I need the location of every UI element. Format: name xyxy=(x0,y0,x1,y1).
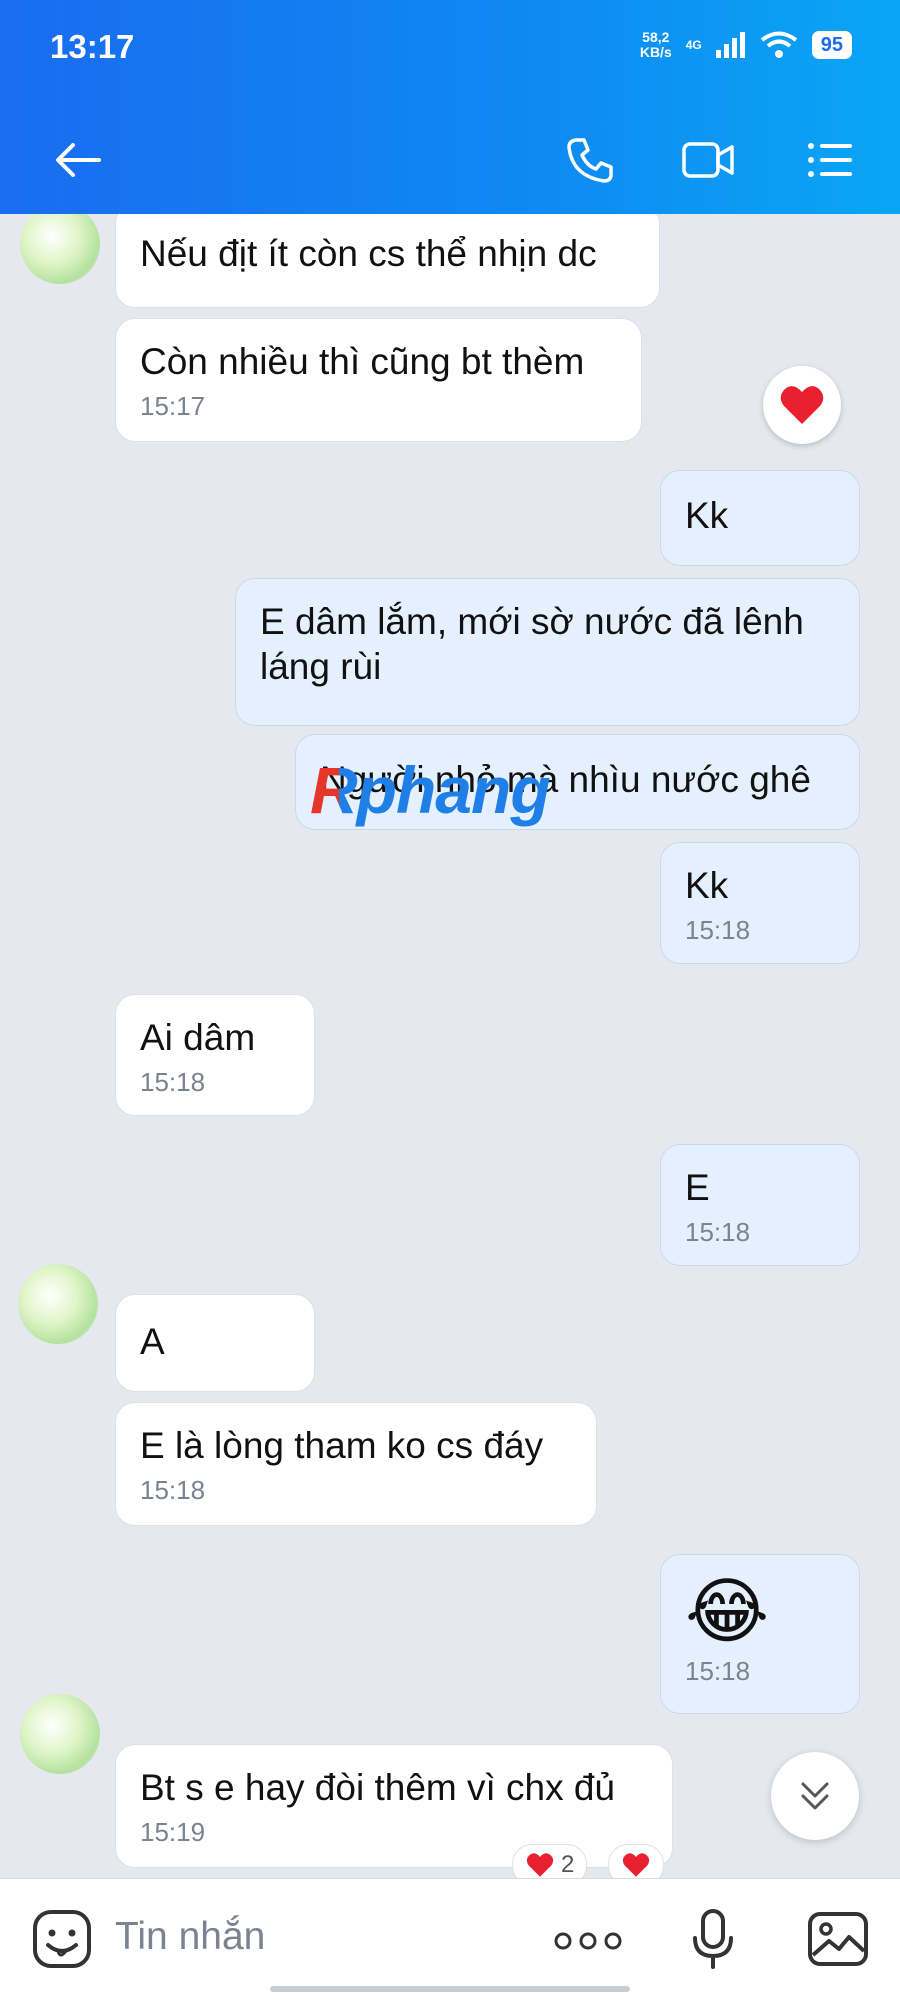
status-icons: 58,2 KB/s 4G 95 xyxy=(640,30,852,60)
voice-call-button[interactable] xyxy=(560,130,620,190)
message-bubble[interactable]: A xyxy=(115,1294,315,1392)
chat-header: 13:17 58,2 KB/s 4G 95 xyxy=(0,0,900,214)
message-text: E xyxy=(685,1167,710,1208)
message-time: 15:18 xyxy=(685,1217,751,1247)
image-icon xyxy=(808,1912,868,1966)
reaction-summary[interactable]: 2 xyxy=(512,1844,588,1878)
message-text: Ai dâm xyxy=(140,1017,256,1058)
message-time: 15:17 xyxy=(140,391,206,421)
video-call-button[interactable] xyxy=(678,130,738,190)
add-reaction-button[interactable] xyxy=(608,1844,664,1878)
message-text: Nếu địt ít còn cs thể nhịn dc xyxy=(140,233,597,274)
double-chevron-down-icon xyxy=(801,1782,829,1810)
message-bubble[interactable]: E là lòng tham ko cs đáy 15:18 xyxy=(115,1402,597,1526)
avatar[interactable] xyxy=(20,214,100,284)
watermark-logo: Rphang xyxy=(310,753,551,827)
sticker-icon xyxy=(33,1910,91,1968)
sticker-button[interactable] xyxy=(30,1907,94,1971)
message-time: 15:19 xyxy=(140,1817,206,1847)
network-type: 4G xyxy=(685,38,702,52)
avatar[interactable] xyxy=(18,1264,98,1344)
message-text: Bt s e hay đòi thêm vì chx đủ xyxy=(140,1767,616,1808)
message-bubble[interactable]: Kk xyxy=(660,470,860,566)
message-bubble[interactable]: E dâm lắm, mới sờ nước đã lênh láng rùi xyxy=(235,578,860,726)
menu-icon xyxy=(808,143,852,177)
battery-indicator: 95 xyxy=(811,31,852,59)
heart-icon xyxy=(780,386,824,424)
message-time: 15:18 xyxy=(685,1656,751,1686)
message-text: Kk xyxy=(685,495,729,536)
more-dots-icon xyxy=(554,1932,622,1950)
message-bubble[interactable]: Ai dâm 15:18 xyxy=(115,994,315,1116)
message-bubble[interactable]: Kk 15:18 xyxy=(660,842,860,964)
heart-icon xyxy=(526,1853,554,1877)
message-text: A xyxy=(140,1321,165,1362)
message-composer: Tin nhắn xyxy=(0,1878,900,2001)
message-bubble[interactable]: 😂 15:18 xyxy=(660,1554,860,1714)
message-bubble[interactable]: Còn nhiều thì cũng bt thèm 15:17 xyxy=(115,318,642,442)
message-time: 15:18 xyxy=(140,1475,206,1505)
message-bubble[interactable]: Nếu địt ít còn cs thể nhịn dc xyxy=(115,214,660,308)
wifi-icon xyxy=(760,31,797,58)
message-list[interactable]: Nếu địt ít còn cs thể nhịn dc Còn nhiều … xyxy=(0,214,900,1878)
signal-icon xyxy=(715,32,745,58)
gallery-button[interactable] xyxy=(806,1909,870,1969)
heart-icon xyxy=(622,1853,650,1877)
back-arrow-icon xyxy=(56,143,101,177)
voice-message-button[interactable] xyxy=(688,1907,738,1971)
message-bubble[interactable]: E 15:18 xyxy=(660,1144,860,1266)
network-speed: 58,2 KB/s xyxy=(639,29,672,60)
reaction-count: 2 xyxy=(561,1851,575,1878)
message-text: Kk xyxy=(685,865,729,906)
message-input[interactable]: Tin nhắn xyxy=(115,1915,265,1959)
video-call-icon xyxy=(682,142,734,178)
message-bubble[interactable]: Bt s e hay đòi thêm vì chx đủ 15:19 xyxy=(115,1744,673,1868)
more-options-button[interactable] xyxy=(548,1921,628,1961)
chat-options-button[interactable] xyxy=(800,130,860,190)
avatar[interactable] xyxy=(20,1694,100,1774)
message-text: E dâm lắm, mới sờ nước đã lênh láng rùi xyxy=(260,601,804,687)
message-time: 15:18 xyxy=(140,1067,206,1097)
message-time: 15:18 xyxy=(685,915,751,945)
phone-icon xyxy=(567,138,613,183)
back-button[interactable] xyxy=(48,130,108,190)
microphone-icon xyxy=(693,1909,733,1969)
reaction-badge[interactable] xyxy=(763,366,841,444)
scroll-to-bottom-button[interactable] xyxy=(771,1752,859,1840)
status-time: 13:17 xyxy=(50,28,135,65)
message-text: Còn nhiều thì cũng bt thèm xyxy=(140,341,585,382)
message-text: E là lòng tham ko cs đáy xyxy=(140,1425,544,1466)
emoji-message: 😂 xyxy=(685,1569,770,1653)
home-indicator xyxy=(270,1986,630,1992)
